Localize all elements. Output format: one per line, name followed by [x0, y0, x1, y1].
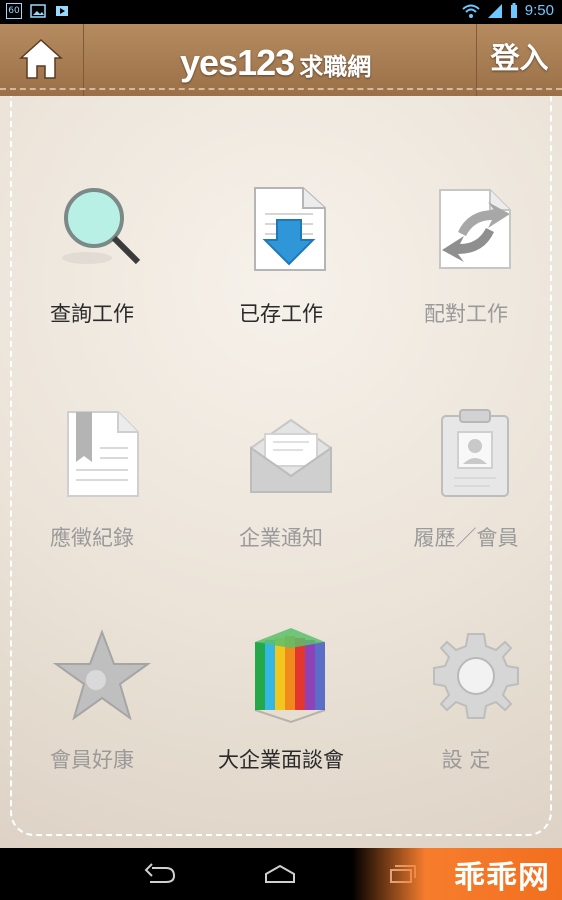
- tile-member-benefits[interactable]: 會員好康: [12, 626, 172, 816]
- tile-settings[interactable]: 設 定: [386, 626, 546, 816]
- watermark: 乖乖网: [352, 848, 562, 900]
- status-right: 9:50: [461, 2, 554, 19]
- wifi-icon: [462, 4, 480, 18]
- image-icon: [30, 4, 46, 18]
- tile-label: 會員好康: [50, 748, 134, 772]
- back-icon[interactable]: [142, 862, 178, 886]
- home-icon: [19, 38, 63, 79]
- bookmark-document-icon: [52, 404, 142, 504]
- signal-icon: [487, 3, 502, 18]
- tile-resume-member[interactable]: 履歷／會員: [386, 404, 546, 594]
- color-building-icon: [241, 626, 331, 726]
- title-sub: 求職網: [299, 53, 372, 81]
- star-icon: [52, 626, 152, 726]
- battery-icon: [510, 2, 517, 18]
- status-bar: 60 9:50: [0, 0, 562, 24]
- app-title: yes123 求職網: [180, 42, 371, 84]
- title-main: yes123: [180, 42, 295, 83]
- tile-label: 企業通知: [239, 526, 323, 550]
- media-icon: [56, 6, 68, 16]
- tile-application-records[interactable]: 應徵紀錄: [12, 404, 172, 594]
- tile-label: 履歷／會員: [413, 526, 519, 550]
- gear-icon: [426, 626, 519, 726]
- magnifier-icon: [52, 180, 142, 280]
- mail-icon: [241, 404, 332, 504]
- tile-label: 設 定: [441, 748, 491, 772]
- status-left: 60: [6, 3, 70, 19]
- tile-label: 應徵紀錄: [50, 526, 134, 550]
- tile-search-jobs[interactable]: 查詢工作: [12, 180, 172, 370]
- save-document-icon: [241, 180, 331, 280]
- tile-label: 查詢工作: [50, 302, 134, 326]
- tile-matched-jobs[interactable]: 配對工作: [386, 180, 546, 370]
- tile-company-notices[interactable]: 企業通知: [201, 404, 361, 594]
- battery-percent-icon: 60: [6, 3, 22, 19]
- main-content: 查詢工作 已存工作 配對工作 應徵紀錄 企業通知 履歷／會員 會員好康 大企業面…: [0, 96, 562, 848]
- resume-card-icon: [426, 404, 516, 504]
- tile-saved-jobs[interactable]: 已存工作: [201, 180, 361, 370]
- home-button[interactable]: [0, 24, 84, 96]
- tile-label: 配對工作: [424, 302, 508, 326]
- watermark-text: 乖乖网: [454, 860, 550, 896]
- login-button[interactable]: 登入: [476, 24, 562, 96]
- match-arrows-icon: [426, 180, 516, 280]
- status-time: 9:50: [524, 2, 554, 19]
- home-icon[interactable]: [262, 862, 298, 886]
- tile-label: 已存工作: [239, 302, 323, 326]
- tile-label: 大企業面談會: [218, 748, 344, 772]
- app-header: yes123 求職網 登入: [0, 24, 562, 98]
- tile-major-companies-interview[interactable]: 大企業面談會: [201, 626, 361, 816]
